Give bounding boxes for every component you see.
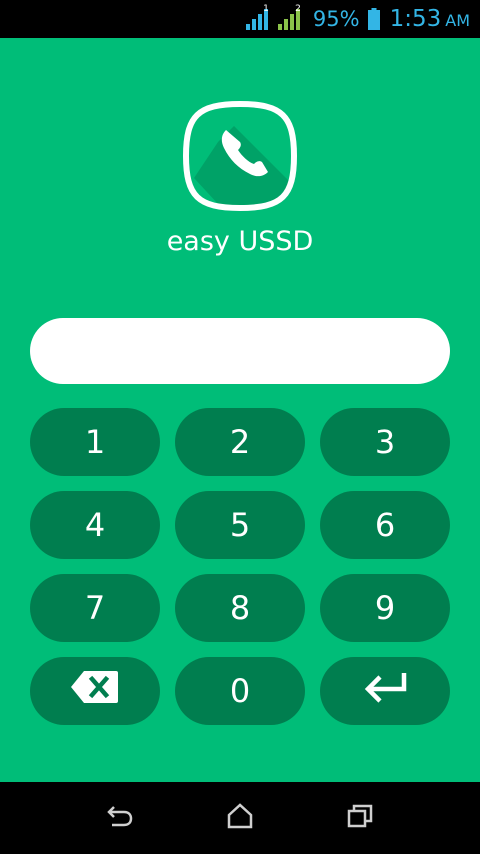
clock-time: 1:53 <box>389 6 442 32</box>
enter-button[interactable] <box>320 657 450 725</box>
back-icon <box>106 803 134 833</box>
back-button[interactable] <box>100 800 140 836</box>
key-0[interactable]: 0 <box>175 657 305 725</box>
key-9[interactable]: 9 <box>320 574 450 642</box>
home-button[interactable] <box>220 800 260 836</box>
key-8[interactable]: 8 <box>175 574 305 642</box>
recents-button[interactable] <box>340 800 380 836</box>
sim1-signal-icon: 1 <box>245 4 269 31</box>
sim2-label: 2 <box>295 4 301 14</box>
key-4[interactable]: 4 <box>30 491 160 559</box>
battery-icon <box>367 8 380 30</box>
key-1[interactable]: 1 <box>30 408 160 476</box>
key-5[interactable]: 5 <box>175 491 305 559</box>
backspace-icon <box>70 669 120 713</box>
app-logo-phone-icon <box>182 100 298 212</box>
clock-ampm: AM <box>445 11 470 30</box>
key-7[interactable]: 7 <box>30 574 160 642</box>
status-bar: 1 2 95% 1:53 AM <box>0 0 480 38</box>
backspace-button[interactable] <box>30 657 160 725</box>
battery-percentage: 95% <box>312 7 360 31</box>
enter-icon <box>362 671 408 711</box>
navigation-bar <box>0 782 480 854</box>
app-name: easy USSD <box>166 226 314 257</box>
keypad: 1 2 3 4 5 6 7 8 9 0 <box>30 408 450 725</box>
key-6[interactable]: 6 <box>320 491 450 559</box>
key-2[interactable]: 2 <box>175 408 305 476</box>
recents-icon <box>346 803 374 833</box>
clock: 1:53 AM <box>390 6 470 32</box>
home-icon <box>226 803 254 833</box>
key-3[interactable]: 3 <box>320 408 450 476</box>
sim1-label: 1 <box>263 4 269 14</box>
ussd-code-input[interactable] <box>30 318 450 384</box>
sim2-signal-icon: 2 <box>277 4 301 31</box>
